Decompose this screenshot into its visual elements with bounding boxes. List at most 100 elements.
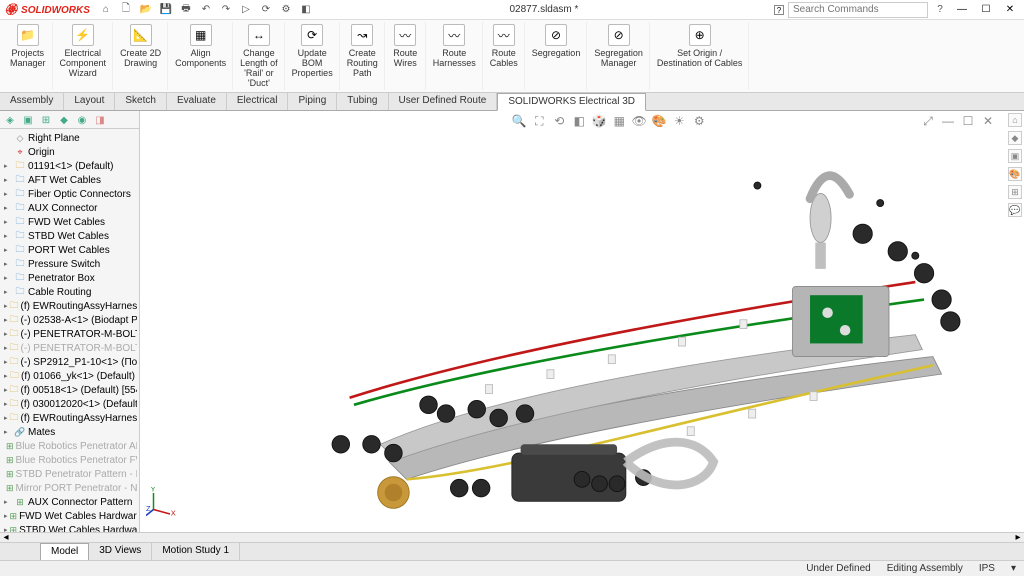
taskpane-view-icon[interactable]: ▣ (1008, 149, 1022, 163)
ribbon-set-origin-destination-of-cables[interactable]: ⊕Set Origin /Destination of Cables (651, 22, 750, 90)
tree-item[interactable]: ▸🗀Pressure Switch (2, 257, 137, 271)
tree-item[interactable]: ⊞Blue Robotics Penetrator FWD - NO (2, 453, 137, 467)
tree-item[interactable]: ▸🗀(f) 01066_yk<1> (Default) (2, 369, 137, 383)
tree-item[interactable]: ▸🗀Fiber Optic Connectors (2, 187, 137, 201)
tree-item[interactable]: ▸🗀FWD Wet Cables (2, 215, 137, 229)
svg-text:Y: Y (151, 487, 156, 494)
options-icon[interactable]: ⚙ (278, 2, 294, 18)
open-icon[interactable]: 📂 (138, 2, 154, 18)
ribbon-electrical-component-wizard[interactable]: ⚡ElectricalComponentWizard (54, 22, 114, 90)
reference-triad[interactable]: Y X Z (146, 487, 176, 520)
ribbon-route-harnesses[interactable]: 〰RouteHarnesses (427, 22, 483, 90)
ribbon-icon: 〰 (394, 24, 416, 46)
tree-item[interactable]: ▸🗀01191<1> (Default) (2, 159, 137, 173)
display-icon[interactable]: ◉ (74, 113, 90, 127)
ribbon-create-d-drawing[interactable]: 📐Create 2DDrawing (114, 22, 168, 90)
maximize-icon[interactable]: ☐ (976, 2, 996, 18)
graphics-viewport[interactable]: 🔍 ⛶ ⟲ ◧ 🎲 ▦ 👁 🎨 ☀ ⚙ ⤢ — ☐ ✕ (140, 111, 1024, 532)
configurationmanager-icon[interactable]: ⊞ (38, 113, 54, 127)
tab-assembly[interactable]: Assembly (0, 93, 64, 110)
tab-layout[interactable]: Layout (64, 93, 115, 110)
tree-item[interactable]: ▸🔗Mates (2, 425, 137, 439)
rebuild-icon[interactable]: ⟳ (258, 2, 274, 18)
tree-item[interactable]: ⌖Origin (2, 145, 137, 159)
ribbon-segregation-manager[interactable]: ⊘SegregationManager (588, 22, 650, 90)
tree-item[interactable]: ▸⊞STBD Wet Cables Hardware Pattern (2, 523, 137, 532)
tree-item[interactable]: ▸🗀Penetrator Box (2, 271, 137, 285)
tab-solidworks-electrical-3d[interactable]: SOLIDWORKS Electrical 3D (497, 93, 646, 111)
tree-item[interactable]: ▸⊞FWD Wet Cables Hardware Pattern (2, 509, 137, 523)
document-title: 02877.sldasm * (314, 4, 774, 15)
tree-item[interactable]: ⊞Blue Robotics Penetrator AFT - NO (2, 439, 137, 453)
taskpane-forum-icon[interactable]: 💬 (1008, 203, 1022, 217)
ribbon-align-components[interactable]: ▦AlignComponents (169, 22, 233, 90)
tree-item[interactable]: ▸🗀AFT Wet Cables (2, 173, 137, 187)
tab-electrical[interactable]: Electrical (227, 93, 289, 110)
tab-user-defined-route[interactable]: User Defined Route (389, 93, 498, 110)
dimxpert-icon[interactable]: ◆ (56, 113, 72, 127)
new-icon[interactable]: 🗋 (118, 2, 134, 18)
settings-icon[interactable]: ◧ (298, 2, 314, 18)
horizontal-scrollbar[interactable]: ◂ ▸ (0, 532, 1024, 542)
tab-piping[interactable]: Piping (288, 93, 337, 110)
tree-item[interactable]: ▸🗀(-) PENETRATOR-M-BOLT-10-25-A (2, 327, 137, 341)
ribbon-update-bom-properties[interactable]: ⟳UpdateBOMProperties (286, 22, 340, 90)
tree-item[interactable]: ◇Right Plane (2, 131, 137, 145)
ribbon-projects-manager[interactable]: 📁ProjectsManager (4, 22, 53, 90)
minimize-icon[interactable]: — (952, 2, 972, 18)
tree-item[interactable]: ▸🗀PORT Wet Cables (2, 243, 137, 257)
ribbon-route-wires[interactable]: 〰RouteWires (386, 22, 426, 90)
tree-item[interactable]: ▸🗀(f) 00518<1> (Default) [5548] (2, 383, 137, 397)
doctab-3d-views[interactable]: 3D Views (89, 543, 152, 560)
feat-icon: ⊞ (6, 482, 14, 494)
doctab-motion-study-1[interactable]: Motion Study 1 (152, 543, 240, 560)
undo-icon[interactable]: ↶ (198, 2, 214, 18)
ribbon-create-routing-path[interactable]: ↝CreateRoutingPath (341, 22, 385, 90)
feature-tree[interactable]: ◇Right Plane⌖Origin▸🗀01191<1> (Default)▸… (0, 129, 139, 532)
featuremanager-icon[interactable]: ◈ (2, 113, 18, 127)
tree-item[interactable]: ▸🗀(-) SP2912_P1-10<1> (По умолч (2, 355, 137, 369)
ribbon-route-cables[interactable]: 〰RouteCables (484, 22, 525, 90)
tree-item[interactable]: ▸🗀(-) PENETRATOR-M-BOLT-10-25-A (2, 341, 137, 355)
close-icon[interactable]: ✕ (1000, 2, 1020, 18)
propertymanager-icon[interactable]: ▣ (20, 113, 36, 127)
save-icon[interactable]: 💾 (158, 2, 174, 18)
ribbon-icon: 〰 (493, 24, 515, 46)
render-icon[interactable]: ◨ (92, 113, 108, 127)
tree-item[interactable]: ▸🗀(-) 02538-A<1> (Biodapt Part.prtdo (2, 313, 137, 327)
home-icon[interactable]: ⌂ (98, 2, 114, 18)
tab-evaluate[interactable]: Evaluate (167, 93, 227, 110)
tree-item[interactable]: ▸🗀(f) 030012020<1> (Default) [5781] (2, 397, 137, 411)
taskpane-home-icon[interactable]: ⌂ (1008, 113, 1022, 127)
help-icon[interactable]: ? (932, 2, 948, 18)
tree-item[interactable]: ⊞STBD Penetrator Pattern - NO WET (2, 467, 137, 481)
tab-sketch[interactable]: Sketch (115, 93, 167, 110)
tree-item[interactable]: ▸🗀(f) EWRoutingAssyHarness_H2_357 (2, 299, 137, 313)
taskpane-custom-icon[interactable]: ⊞ (1008, 185, 1022, 199)
part-icon: 🗀 (10, 356, 19, 368)
tree-item[interactable]: ⊞Mirror PORT Penetrator - NO WET (2, 481, 137, 495)
tab-tubing[interactable]: Tubing (337, 93, 388, 110)
tree-item[interactable]: ▸⊞AUX Connector Pattern (2, 495, 137, 509)
folder-icon: 🗀 (14, 244, 26, 256)
status-chevron-icon[interactable]: ▾ (1011, 563, 1016, 574)
tree-item[interactable]: ▸🗀STBD Wet Cables (2, 229, 137, 243)
tree-item[interactable]: ▸🗀Cable Routing (2, 285, 137, 299)
status-units[interactable]: IPS (979, 563, 995, 574)
taskpane-design-icon[interactable]: ◆ (1008, 131, 1022, 145)
search-cmd-icon[interactable]: ? (774, 5, 784, 15)
print-icon[interactable]: 🖶 (178, 2, 194, 18)
taskpane-appear-icon[interactable]: 🎨 (1008, 167, 1022, 181)
select-icon[interactable]: ▷ (238, 2, 254, 18)
search-commands-input[interactable] (788, 2, 928, 18)
part-icon: 🗀 (10, 342, 19, 354)
ribbon-change-length-of-rail-or-duct-[interactable]: ↔ChangeLength of'Rail' or'Duct' (234, 22, 285, 90)
feat-icon: ⊞ (6, 440, 14, 452)
redo-icon[interactable]: ↷ (218, 2, 234, 18)
ribbon-icon: ⟳ (301, 24, 323, 46)
document-tabs: Model3D ViewsMotion Study 1 (0, 542, 1024, 560)
doctab-model[interactable]: Model (40, 543, 89, 560)
tree-item[interactable]: ▸🗀(f) EWRoutingAssyHarness_H3[3756 (2, 411, 137, 425)
ribbon-segregation[interactable]: ⊘Segregation (526, 22, 588, 90)
tree-item[interactable]: ▸🗀AUX Connector (2, 201, 137, 215)
